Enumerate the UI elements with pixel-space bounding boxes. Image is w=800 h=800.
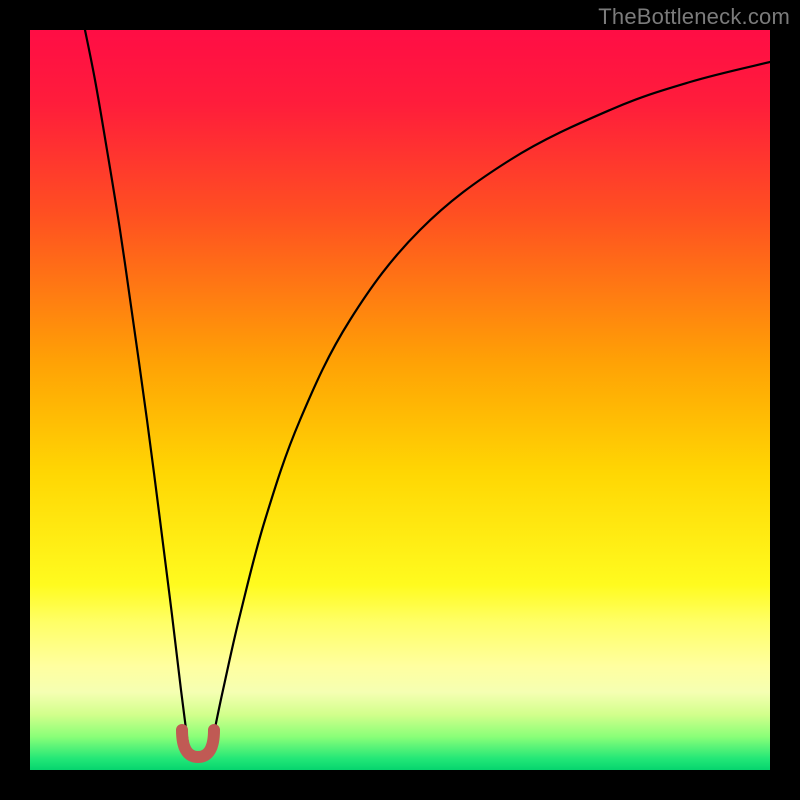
- watermark-text: TheBottleneck.com: [598, 4, 790, 30]
- chart-curve-layer: [30, 30, 770, 770]
- curve-left-branch: [85, 30, 190, 754]
- curve-right-branch: [208, 62, 770, 754]
- chart-plot-area: [30, 30, 770, 770]
- u-marker: [182, 730, 214, 757]
